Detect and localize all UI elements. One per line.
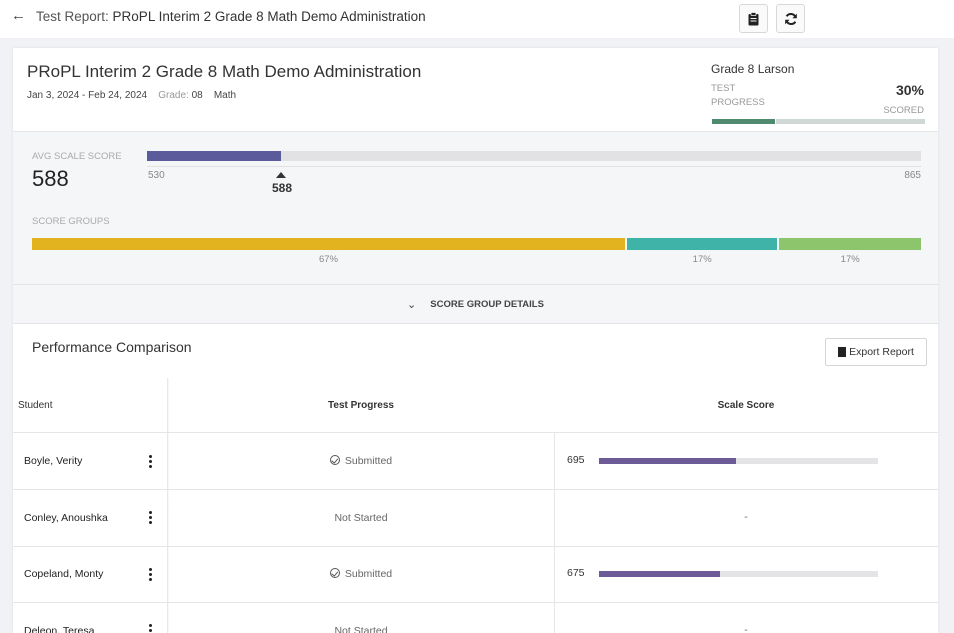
score-group-percent: 17% <box>692 254 712 265</box>
group-name: Grade 8 Larson <box>711 62 795 76</box>
test-progress-status: Not Started <box>168 512 554 524</box>
scale-score-empty: - <box>744 510 748 523</box>
scale-score-bar <box>599 571 878 577</box>
report-card: PRoPL Interim 2 Grade 8 Math Demo Admini… <box>13 48 938 633</box>
test-progress-status: Not Started <box>168 625 554 633</box>
avg-scale-score-label: AVG SCALE SCORE <box>32 151 122 162</box>
refresh-icon <box>784 12 797 25</box>
scale-marker-triangle-icon <box>276 172 286 178</box>
administration-title: PRoPL Interim 2 Grade 8 Math Demo Admini… <box>27 62 422 81</box>
score-groups-bar <box>32 238 921 250</box>
export-report-button[interactable]: Export Report <box>825 338 927 366</box>
table-row: Deleon, Teresa Not Started - <box>13 603 938 633</box>
scale-axis-line <box>147 166 921 167</box>
more-options-icon[interactable] <box>142 620 158 633</box>
grade-value: 08 <box>191 90 203 101</box>
test-progress-label: TEST PROGRESS <box>711 82 781 110</box>
test-progress-percent: 30% <box>895 82 924 98</box>
table-row: Boyle, Verity Submitted 695 <box>13 433 938 490</box>
score-group-details-toggle[interactable]: ⌄ SCORE GROUP DETAILS <box>13 284 938 324</box>
score-group-segment[interactable] <box>626 238 778 250</box>
back-arrow-icon[interactable]: ← <box>11 7 26 24</box>
column-header-scale-score[interactable]: Scale Score <box>554 400 938 411</box>
score-group-percent: 17% <box>840 254 860 265</box>
page-title-name: PRoPL Interim 2 Grade 8 Math Demo Admini… <box>112 9 426 24</box>
status-text: Submitted <box>344 568 393 580</box>
student-name[interactable]: Boyle, Verity <box>24 455 82 467</box>
test-progress-scored-label: SCORED <box>883 105 924 116</box>
status-text: Submitted <box>344 455 393 467</box>
score-group-percent: 67% <box>318 254 338 265</box>
scale-score-bar <box>147 151 921 161</box>
avg-scale-score-value: 588 <box>32 166 69 191</box>
scale-score-bar-fill <box>599 571 720 577</box>
scale-max-label: 865 <box>904 170 921 181</box>
student-name[interactable]: Deleon, Teresa <box>24 625 94 633</box>
score-summary: AVG SCALE SCORE 588 530 865 588 SCORE GR… <box>13 132 938 284</box>
more-options-icon[interactable] <box>142 450 158 472</box>
test-progress-status: Submitted <box>168 568 554 580</box>
subject: Math <box>213 90 237 101</box>
refresh-button[interactable] <box>776 4 805 33</box>
student-name[interactable]: Copeland, Monty <box>24 568 103 580</box>
scale-marker-value: 588 <box>272 181 293 195</box>
check-circle-icon <box>329 568 340 578</box>
student-name[interactable]: Conley, Anoushka <box>24 512 108 524</box>
grade-label: Grade: <box>158 90 189 101</box>
scale-score-bar-fill <box>599 458 737 464</box>
column-header-student[interactable]: Student <box>18 400 52 411</box>
more-options-icon[interactable] <box>142 507 158 529</box>
top-bar: ← Test Report: PRoPL Interim 2 Grade 8 M… <box>0 0 954 38</box>
test-progress-label-line2: PROGRESS <box>711 97 765 108</box>
table-row: Copeland, Monty Submitted 675 <box>13 546 938 603</box>
table-row: Conley, Anoushka Not Started - <box>13 490 938 547</box>
clipboard-button[interactable] <box>739 4 768 33</box>
scale-score-value: 675 <box>567 567 585 579</box>
scale-min-label: 530 <box>148 170 165 181</box>
file-icon <box>838 347 847 357</box>
column-header-test-progress[interactable]: Test Progress <box>168 400 554 411</box>
test-progress-label-line1: TEST <box>711 83 736 94</box>
scale-score-bar <box>599 458 878 464</box>
page-title-prefix: Test Report: <box>36 9 109 24</box>
test-progress-status: Submitted <box>168 455 554 467</box>
status-text: Not Started <box>334 511 388 524</box>
test-progress-bar <box>712 119 925 124</box>
page-title: Test Report: PRoPL Interim 2 Grade 8 Mat… <box>36 9 426 24</box>
more-options-icon[interactable] <box>142 563 158 585</box>
administration-meta: Jan 3, 2024 - Feb 24, 2024 Grade: 08 Mat… <box>27 90 236 101</box>
check-circle-icon <box>329 455 340 465</box>
test-progress-segment <box>712 119 776 124</box>
export-report-label: Export Report <box>849 346 914 358</box>
score-group-segment[interactable] <box>779 238 921 250</box>
score-group-details-label: SCORE GROUP DETAILS <box>430 298 544 310</box>
score-groups-label: SCORE GROUPS <box>32 216 110 227</box>
scale-score-empty: - <box>744 623 748 633</box>
score-group-segment[interactable] <box>32 238 625 250</box>
chevron-down-icon: ⌄ <box>407 298 417 311</box>
administration-header: PRoPL Interim 2 Grade 8 Math Demo Admini… <box>13 48 938 132</box>
status-text: Not Started <box>334 624 388 633</box>
date-range: Jan 3, 2024 - Feb 24, 2024 <box>27 90 148 101</box>
performance-comparison-title: Performance Comparison <box>32 339 192 355</box>
test-progress-segment <box>775 119 925 124</box>
scale-score-value: 695 <box>567 454 585 466</box>
scale-score-bar-fill <box>147 151 281 161</box>
clipboard-icon <box>748 11 759 25</box>
